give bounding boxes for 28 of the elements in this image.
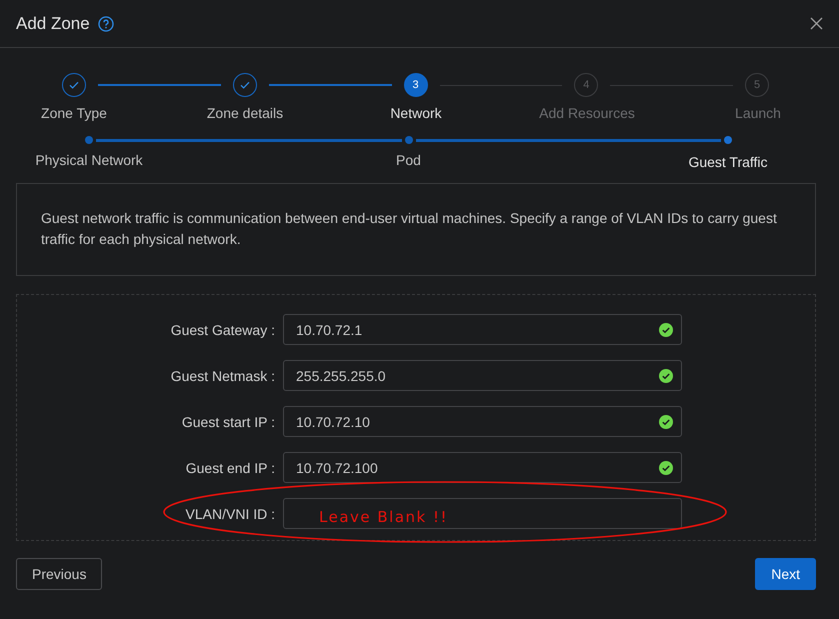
step-circle: 5 [745,73,769,97]
input-field[interactable]: 10.70.72.10 [283,406,682,437]
next-button[interactable]: Next [755,558,816,590]
step-circle: 3 [404,73,428,97]
field-label: Guest Netmask : [170,368,275,384]
info-text: Guest network traffic is communication between end-user virtual machines. Specify a range of VLAN IDs to carry guest traffic for each physical network. [16,183,816,276]
input-field[interactable]: 10.70.72.100 [283,452,682,483]
dialog-title: Add Zone [16,14,90,34]
input-field[interactable]: 10.70.72.1 [283,314,682,345]
step-label: Zone details [206,105,284,121]
field-label: Guest end IP : [184,460,275,476]
sub-step-label: Pod [395,152,422,170]
annotation-text: Leave Blank !! [319,508,448,526]
sub-step-label: Physical Network [34,152,144,170]
step-label: Zone Type [40,105,108,121]
input-field[interactable]: Leave Blank !! [283,498,682,529]
sub-step-label: Guest Traffic [687,154,769,170]
step-circle: 4 [574,73,598,97]
field-label: VLAN/VNI ID : [184,506,275,522]
step-label: Add Resources [538,105,636,121]
help-icon[interactable] [98,16,114,32]
close-button[interactable] [810,17,823,30]
step-label: Launch [734,105,782,121]
input-field[interactable]: 255.255.255.0 [283,360,682,391]
field-label: Guest Gateway : [170,322,275,338]
field-label: Guest start IP : [180,414,275,430]
step-label: Network [389,105,443,121]
previous-button[interactable]: Previous [16,558,102,590]
